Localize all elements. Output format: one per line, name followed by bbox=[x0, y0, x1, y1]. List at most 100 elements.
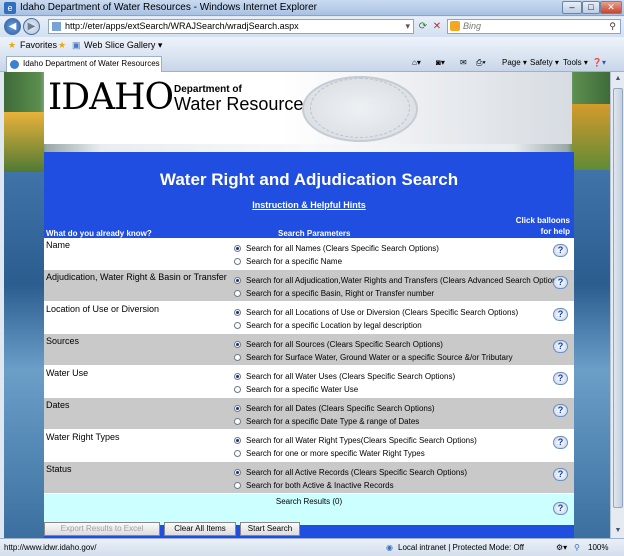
favorites-button[interactable]: Favorites bbox=[20, 37, 57, 54]
row-category: Status bbox=[44, 462, 232, 493]
option-all[interactable]: Search for all Adjudication,Water Rights… bbox=[232, 274, 574, 287]
refresh-icon[interactable]: ⟳ bbox=[416, 19, 430, 34]
window-title-bar: e Idaho Department of Water Resources - … bbox=[0, 0, 624, 16]
feeds-icon[interactable]: ◙▾ bbox=[436, 54, 445, 72]
row-category: Name bbox=[44, 238, 232, 269]
page-menu[interactable]: Page ▾ bbox=[502, 54, 527, 72]
help-balloon-icon[interactable]: ? bbox=[553, 340, 568, 353]
help-balloon-icon[interactable]: ? bbox=[553, 436, 568, 449]
export-excel-button[interactable]: Export Results to Excel bbox=[44, 522, 160, 536]
scroll-thumb[interactable] bbox=[613, 88, 623, 508]
radio-unselected[interactable] bbox=[234, 354, 241, 361]
radio-selected[interactable] bbox=[234, 277, 241, 284]
scroll-down-icon[interactable]: ▼ bbox=[611, 524, 624, 538]
scroll-up-icon[interactable]: ▲ bbox=[611, 72, 624, 86]
radio-unselected[interactable] bbox=[234, 450, 241, 457]
help-balloon-icon[interactable]: ? bbox=[553, 244, 568, 257]
safety-menu[interactable]: Safety ▾ bbox=[530, 54, 559, 72]
option-label: Search for all Locations of Use or Diver… bbox=[246, 308, 519, 317]
zoom-level[interactable]: 100% bbox=[588, 539, 608, 556]
option-specific[interactable]: Search for one or more specific Water Ri… bbox=[232, 447, 574, 460]
tab-ie-icon bbox=[10, 60, 19, 69]
radio-selected[interactable] bbox=[234, 341, 241, 348]
close-window-button[interactable]: ✕ bbox=[600, 1, 622, 14]
option-specific[interactable]: Search for a specific Name bbox=[232, 255, 574, 268]
help-balloon-icon[interactable]: ? bbox=[553, 502, 568, 515]
start-search-button[interactable]: Start Search bbox=[240, 522, 300, 536]
tab-idwr[interactable]: Idaho Department of Water Resources bbox=[6, 56, 162, 72]
option-specific[interactable]: Search for a specific Date Type & range … bbox=[232, 415, 574, 428]
hints-link[interactable]: Instruction & Helpful Hints bbox=[44, 200, 574, 210]
home-icon[interactable]: ⌂▾ bbox=[412, 54, 421, 72]
tools-menu[interactable]: Tools ▾ bbox=[563, 54, 588, 72]
option-all[interactable]: Search for all Water Uses (Clears Specif… bbox=[232, 370, 574, 383]
clear-all-button[interactable]: Clear All Items bbox=[164, 522, 236, 536]
option-all[interactable]: Search for all Water Right Types(Clears … bbox=[232, 434, 574, 447]
radio-selected[interactable] bbox=[234, 469, 241, 476]
maximize-button[interactable]: □ bbox=[582, 1, 600, 14]
row-category: Location of Use or Diversion bbox=[44, 302, 232, 333]
radio-selected[interactable] bbox=[234, 405, 241, 412]
print-icon[interactable]: ⎙▾ bbox=[476, 54, 486, 72]
row-options: Search for all Water Uses (Clears Specif… bbox=[232, 366, 574, 397]
option-label: Search for a specific Name bbox=[246, 257, 343, 266]
vertical-scrollbar[interactable]: ▲ ▼ bbox=[610, 72, 624, 538]
row-options: Search for all Active Records (Clears Sp… bbox=[232, 462, 574, 493]
trees-right-image bbox=[572, 104, 610, 170]
tab-label: Idaho Department of Water Resources bbox=[23, 59, 160, 68]
radio-unselected[interactable] bbox=[234, 258, 241, 265]
search-input[interactable]: Bing ⚲ bbox=[447, 19, 621, 34]
help-balloon-icon[interactable]: ? bbox=[553, 372, 568, 385]
option-specific[interactable]: Search for both Active & Inactive Record… bbox=[232, 479, 574, 492]
option-specific[interactable]: Search for a specific Water Use bbox=[232, 383, 574, 396]
add-favorite-icon[interactable]: ★ bbox=[58, 37, 66, 54]
radio-selected[interactable] bbox=[234, 437, 241, 444]
zoom-icon[interactable]: ⚲ bbox=[574, 539, 580, 556]
radio-unselected[interactable] bbox=[234, 386, 241, 393]
help-balloon-icon[interactable]: ? bbox=[553, 308, 568, 321]
minimize-button[interactable]: – bbox=[562, 1, 582, 14]
radio-selected[interactable] bbox=[234, 309, 241, 316]
option-all[interactable]: Search for all Dates (Clears Specific Se… bbox=[232, 402, 574, 415]
radio-selected[interactable] bbox=[234, 373, 241, 380]
col-header-help: Click balloons for help bbox=[515, 216, 570, 236]
seal-ring bbox=[310, 78, 410, 138]
option-all[interactable]: Search for all Locations of Use or Diver… bbox=[232, 306, 574, 319]
help-balloon-icon[interactable]: ? bbox=[553, 468, 568, 481]
help-balloon-icon[interactable]: ? bbox=[553, 276, 568, 289]
forward-button[interactable]: ▶ bbox=[23, 18, 40, 35]
trees-left-image bbox=[4, 112, 44, 172]
radio-unselected[interactable] bbox=[234, 418, 241, 425]
row-options: Search for all Names (Clears Specific Se… bbox=[232, 238, 574, 269]
option-all[interactable]: Search for all Active Records (Clears Sp… bbox=[232, 466, 574, 479]
search-icon[interactable]: ⚲ bbox=[609, 20, 616, 33]
window-title: Idaho Department of Water Resources - Wi… bbox=[20, 2, 317, 13]
address-dropdown-icon[interactable]: ▾ bbox=[405, 20, 410, 33]
stop-icon[interactable]: ✕ bbox=[430, 19, 444, 34]
option-label: Search for all Names (Clears Specific Se… bbox=[246, 244, 439, 253]
option-specific[interactable]: Search for Surface Water, Ground Water o… bbox=[232, 351, 574, 364]
help-menu[interactable]: ❓▾ bbox=[592, 54, 606, 72]
help-balloon-icon[interactable]: ? bbox=[553, 404, 568, 417]
status-bar: http://www.idwr.idaho.gov/ ◉ Local intra… bbox=[0, 538, 624, 556]
col-header-params: Search Parameters bbox=[278, 229, 351, 238]
option-label: Search for Surface Water, Ground Water o… bbox=[246, 353, 513, 362]
row-sources: Sources Search for all Sources (Clears S… bbox=[44, 334, 574, 366]
address-bar[interactable]: http://eter/apps/extSearch/WRAJSearch/wr… bbox=[48, 19, 414, 34]
option-label: Search for all Water Right Types(Clears … bbox=[246, 436, 477, 445]
radio-selected[interactable] bbox=[234, 245, 241, 252]
option-specific[interactable]: Search for a specific Location by legal … bbox=[232, 319, 574, 332]
option-specific[interactable]: Search for a specific Basin, Right or Tr… bbox=[232, 287, 574, 300]
option-label: Search for all Water Uses (Clears Specif… bbox=[246, 372, 456, 381]
radio-unselected[interactable] bbox=[234, 290, 241, 297]
radio-unselected[interactable] bbox=[234, 322, 241, 329]
option-label: Search for a specific Location by legal … bbox=[246, 321, 422, 330]
option-all[interactable]: Search for all Names (Clears Specific Se… bbox=[232, 242, 574, 255]
option-label: Search for one or more specific Water Ri… bbox=[246, 449, 425, 458]
bing-icon bbox=[450, 21, 460, 31]
mail-icon[interactable]: ✉ bbox=[460, 54, 467, 72]
radio-unselected[interactable] bbox=[234, 482, 241, 489]
web-slice-gallery-link[interactable]: Web Slice Gallery ▾ bbox=[84, 37, 162, 54]
back-button[interactable]: ◀ bbox=[4, 18, 21, 35]
option-all[interactable]: Search for all Sources (Clears Specific … bbox=[232, 338, 574, 351]
